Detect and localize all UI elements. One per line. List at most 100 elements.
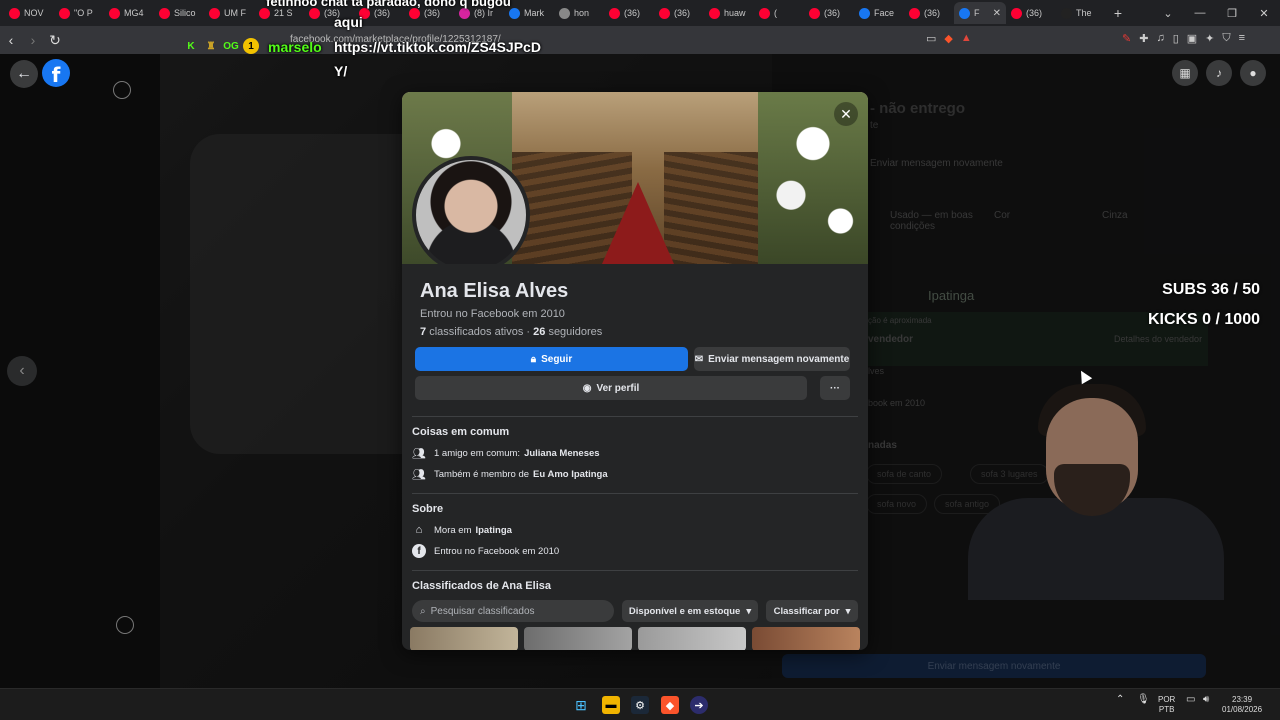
keyboard-layout: PTB — [1158, 705, 1175, 714]
browser-tab[interactable]: "O P — [54, 2, 104, 24]
profile-avatar[interactable] — [412, 156, 530, 264]
divider — [412, 570, 858, 571]
lives-in-row: ⌂ Mora em Ipatinga — [412, 523, 512, 537]
menu-icon[interactable]: ≡ — [1239, 32, 1245, 45]
music-icon[interactable]: ♫ — [1156, 32, 1164, 45]
vpn-icon[interactable]: ⛉ — [1222, 32, 1230, 45]
about-heading: Sobre — [412, 503, 444, 515]
instagram-icon — [459, 7, 470, 19]
loading-ring-icon — [113, 81, 131, 99]
listing-thumbnail[interactable] — [410, 627, 518, 650]
browser-tab[interactable]: (36) — [1006, 2, 1056, 24]
leo-icon[interactable]: ✦ — [1205, 32, 1214, 45]
youtube-icon — [409, 7, 420, 19]
restore-button[interactable]: ❐ — [1216, 7, 1248, 20]
browser-tab[interactable]: The — [1056, 2, 1106, 24]
facebook-icon — [859, 7, 870, 19]
brave-shield-icon[interactable]: ◆ — [944, 32, 952, 45]
wallet-icon[interactable]: ▣ — [1187, 32, 1197, 45]
windows-start-icon[interactable]: ⊞ — [572, 696, 590, 714]
puzzle-icon[interactable]: ✚ — [1139, 32, 1148, 45]
menu-grid-icon[interactable]: ▦ — [1172, 60, 1198, 86]
brave-browser-icon[interactable]: ◆ — [661, 696, 679, 714]
file-explorer-icon[interactable]: ▬ — [602, 696, 620, 714]
browser-tab[interactable]: huaw — [704, 2, 754, 24]
youtube-icon — [609, 7, 620, 19]
close-icon[interactable]: ✕ — [834, 102, 858, 126]
notifications-icon[interactable]: ♪ — [1206, 60, 1232, 86]
browser-tab[interactable]: hon — [554, 2, 604, 24]
previous-photo-button[interactable]: ‹ — [7, 356, 37, 386]
listing-thumbnail[interactable] — [638, 627, 746, 650]
youtube-icon — [809, 7, 820, 19]
common-heading: Coisas em comum — [412, 426, 510, 438]
search-listings[interactable]: ⌕ — [412, 600, 614, 622]
availability-label: Disponível e em estoque — [628, 605, 741, 617]
browser-tab[interactable]: (36) — [654, 2, 704, 24]
minimize-button[interactable]: — — [1184, 7, 1216, 19]
more-options-button[interactable]: ··· — [820, 376, 850, 400]
language-indicator[interactable]: POR PTB — [1158, 695, 1175, 715]
close-listing-button[interactable]: ← — [10, 60, 38, 88]
browser-tab[interactable]: NOV — [4, 2, 54, 24]
availability-dropdown[interactable]: Disponível e em estoque ▾ — [622, 600, 758, 622]
clock[interactable]: 23:39 01/08/2026 — [1222, 695, 1262, 715]
caret-down-icon: ▾ — [845, 605, 851, 617]
youtube-icon — [59, 7, 70, 19]
tab-label: (8) Ir — [474, 8, 493, 18]
close-tab-icon[interactable]: ✕ — [993, 8, 1001, 19]
search-icon: ⌕ — [420, 605, 426, 617]
follow-button[interactable]: 🔒︎ Seguir — [415, 347, 688, 371]
microphone-icon[interactable]: 🎙︎ — [1137, 695, 1150, 705]
browser-tab[interactable]: ( — [754, 2, 804, 24]
kicks-counter: KICKS 0 / 1000 — [1147, 311, 1260, 328]
chat-overlay-word: aqui — [334, 14, 363, 30]
browser-tab[interactable]: MG4 — [104, 2, 154, 24]
account-avatar[interactable]: ● — [1240, 60, 1266, 86]
tab-label: MG4 — [124, 8, 144, 18]
browser-tab[interactable]: (36) — [904, 2, 954, 24]
steam-icon[interactable]: ⚙ — [631, 696, 649, 714]
tray-overflow-icon[interactable]: ⌃ — [1116, 695, 1124, 705]
search-input[interactable] — [430, 605, 601, 617]
tab-strip: NOV "O P MG4 Silico UM F 21 S (36) (36) (36) (8) … — [4, 2, 1106, 24]
divider — [412, 416, 858, 417]
tab-label: (36) — [424, 8, 441, 18]
profile-name[interactable]: Ana Elisa Alves — [420, 280, 568, 303]
group-name[interactable]: Eu Amo Ipatinga — [533, 469, 608, 480]
listings-label: classificados ativos · — [429, 326, 531, 338]
app-icon[interactable]: ➔ — [690, 696, 708, 714]
cast-icon[interactable]: ▭ — [926, 32, 936, 45]
browser-tab[interactable]: (36) — [804, 2, 854, 24]
facebook-logo-icon[interactable]: f — [42, 59, 70, 87]
mutual-friend-name[interactable]: Juliana Meneses — [524, 448, 600, 459]
youtube-icon — [759, 7, 770, 19]
sidebar-icon[interactable]: ▯ — [1173, 32, 1179, 45]
new-tab-button[interactable]: + — [1106, 5, 1130, 21]
sort-dropdown[interactable]: Classificar por ▾ — [766, 600, 858, 622]
browser-tab[interactable]: Silico — [154, 2, 204, 24]
listing-thumbnail[interactable] — [752, 627, 860, 650]
browser-tab[interactable]: (36) — [604, 2, 654, 24]
lives-city[interactable]: Ipatinga — [475, 525, 511, 536]
youtube-icon — [659, 7, 670, 19]
back-icon[interactable]: ‹ — [0, 32, 22, 48]
seller-profile-dialog: ✕ Ana Elisa Alves Entrou no Facebook em … — [402, 92, 868, 650]
forward-icon[interactable]: › — [22, 32, 44, 48]
browser-tab[interactable]: F ✕ — [954, 2, 1006, 24]
close-window-button[interactable]: ✕ — [1248, 7, 1280, 20]
mutual-friend-row: 👥︎ 1 amigo em comum: Juliana Meneses — [412, 446, 600, 460]
send-message-again-button[interactable]: ✉ Enviar mensagem novamente — [694, 347, 850, 371]
reload-icon[interactable]: ↻ — [44, 32, 66, 49]
followers-count: 26 — [533, 326, 546, 338]
volume-icon[interactable]: 🔊︎ — [1203, 695, 1209, 705]
brave-rewards-icon[interactable]: ▲ — [961, 32, 972, 45]
tab-search-icon[interactable]: ⌄ — [1152, 7, 1184, 20]
extension-icon[interactable]: ✎ — [1122, 32, 1131, 45]
browser-tab[interactable]: Face — [854, 2, 904, 24]
browser-tab[interactable]: UM F — [204, 2, 254, 24]
browser-tab[interactable]: Mark — [504, 2, 554, 24]
network-icon[interactable]: ▭ — [1186, 695, 1195, 705]
view-profile-button[interactable]: ◉ Ver perfil — [415, 376, 807, 400]
listing-thumbnail[interactable] — [524, 627, 632, 650]
